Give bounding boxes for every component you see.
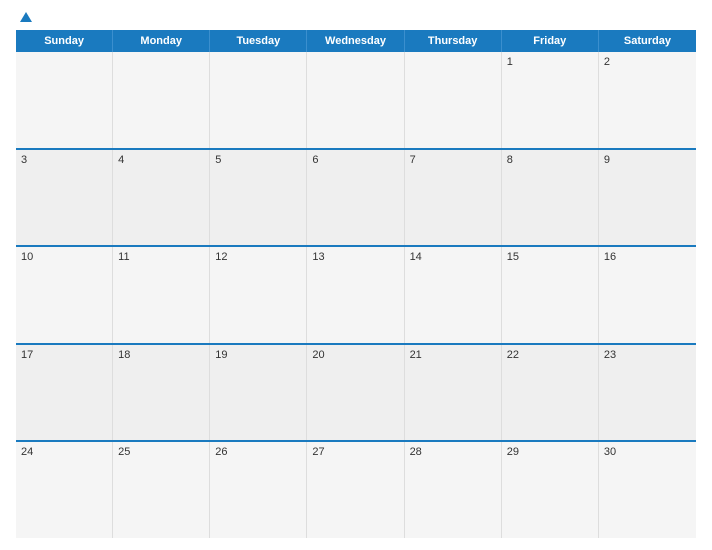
calendar-cell-2-6: 16 bbox=[599, 247, 696, 343]
calendar-cell-2-2: 12 bbox=[210, 247, 307, 343]
header-day-monday: Monday bbox=[113, 30, 210, 52]
calendar-cell-4-0: 24 bbox=[16, 442, 113, 538]
day-number: 12 bbox=[215, 251, 301, 263]
calendar-cell-0-3 bbox=[307, 52, 404, 148]
header-day-friday: Friday bbox=[502, 30, 599, 52]
calendar-cell-3-6: 23 bbox=[599, 345, 696, 441]
calendar-row-1: 3456789 bbox=[16, 150, 696, 248]
calendar-row-2: 10 11 12 13 14 15 16 bbox=[16, 247, 696, 345]
calendar-cell-0-1 bbox=[113, 52, 210, 148]
day-number: 25 bbox=[118, 446, 204, 458]
calendar-cell-2-0: 10 bbox=[16, 247, 113, 343]
day-number: 14 bbox=[410, 251, 496, 263]
header-day-tuesday: Tuesday bbox=[210, 30, 307, 52]
calendar-cell-2-1: 11 bbox=[113, 247, 210, 343]
calendar-header: SundayMondayTuesdayWednesdayThursdayFrid… bbox=[16, 30, 696, 52]
calendar: SundayMondayTuesdayWednesdayThursdayFrid… bbox=[16, 30, 696, 538]
logo-blue-text bbox=[16, 12, 32, 22]
calendar-cell-1-1: 4 bbox=[113, 150, 210, 246]
calendar-row-4: 24 25 26 27 28 29 30 bbox=[16, 442, 696, 538]
day-number: 22 bbox=[507, 349, 593, 361]
day-number: 17 bbox=[21, 349, 107, 361]
day-number: 6 bbox=[312, 154, 398, 166]
header-day-sunday: Sunday bbox=[16, 30, 113, 52]
day-number: 24 bbox=[21, 446, 107, 458]
day-number: 7 bbox=[410, 154, 496, 166]
calendar-row-0: 12 bbox=[16, 52, 696, 150]
day-number: 16 bbox=[604, 251, 691, 263]
calendar-cell-1-0: 3 bbox=[16, 150, 113, 246]
calendar-cell-4-2: 26 bbox=[210, 442, 307, 538]
calendar-cell-0-5: 1 bbox=[502, 52, 599, 148]
calendar-cell-1-4: 7 bbox=[405, 150, 502, 246]
calendar-cell-3-3: 20 bbox=[307, 345, 404, 441]
calendar-cell-3-1: 18 bbox=[113, 345, 210, 441]
day-number: 4 bbox=[118, 154, 204, 166]
calendar-cell-3-0: 17 bbox=[16, 345, 113, 441]
calendar-cell-4-3: 27 bbox=[307, 442, 404, 538]
day-number: 19 bbox=[215, 349, 301, 361]
day-number: 15 bbox=[507, 251, 593, 263]
day-number: 2 bbox=[604, 56, 691, 68]
calendar-cell-0-4 bbox=[405, 52, 502, 148]
calendar-cell-1-5: 8 bbox=[502, 150, 599, 246]
calendar-cell-3-4: 21 bbox=[405, 345, 502, 441]
day-number: 11 bbox=[118, 251, 204, 263]
calendar-cell-2-4: 14 bbox=[405, 247, 502, 343]
day-number: 5 bbox=[215, 154, 301, 166]
day-number: 13 bbox=[312, 251, 398, 263]
calendar-cell-3-2: 19 bbox=[210, 345, 307, 441]
day-number: 18 bbox=[118, 349, 204, 361]
calendar-body: 1234567891011121314151617181920212223242… bbox=[16, 52, 696, 538]
day-number: 10 bbox=[21, 251, 107, 263]
day-number: 27 bbox=[312, 446, 398, 458]
header-day-wednesday: Wednesday bbox=[307, 30, 404, 52]
calendar-cell-3-5: 22 bbox=[502, 345, 599, 441]
day-number: 9 bbox=[604, 154, 691, 166]
day-number: 26 bbox=[215, 446, 301, 458]
day-number: 3 bbox=[21, 154, 107, 166]
calendar-cell-0-2 bbox=[210, 52, 307, 148]
calendar-cell-1-3: 6 bbox=[307, 150, 404, 246]
calendar-cell-4-5: 29 bbox=[502, 442, 599, 538]
day-number: 20 bbox=[312, 349, 398, 361]
day-number: 29 bbox=[507, 446, 593, 458]
calendar-cell-0-6: 2 bbox=[599, 52, 696, 148]
calendar-cell-4-4: 28 bbox=[405, 442, 502, 538]
calendar-cell-1-2: 5 bbox=[210, 150, 307, 246]
logo bbox=[16, 12, 32, 22]
day-number: 21 bbox=[410, 349, 496, 361]
calendar-cell-4-1: 25 bbox=[113, 442, 210, 538]
header bbox=[16, 12, 696, 22]
calendar-cell-2-3: 13 bbox=[307, 247, 404, 343]
header-day-saturday: Saturday bbox=[599, 30, 696, 52]
logo-triangle-icon bbox=[20, 12, 32, 22]
day-number: 1 bbox=[507, 56, 593, 68]
day-number: 8 bbox=[507, 154, 593, 166]
day-number: 23 bbox=[604, 349, 691, 361]
header-day-thursday: Thursday bbox=[405, 30, 502, 52]
calendar-cell-2-5: 15 bbox=[502, 247, 599, 343]
calendar-page: SundayMondayTuesdayWednesdayThursdayFrid… bbox=[0, 0, 712, 550]
day-number: 30 bbox=[604, 446, 691, 458]
day-number: 28 bbox=[410, 446, 496, 458]
calendar-cell-1-6: 9 bbox=[599, 150, 696, 246]
calendar-cell-0-0 bbox=[16, 52, 113, 148]
calendar-row-3: 17 18 19 20 21 22 23 bbox=[16, 345, 696, 443]
calendar-cell-4-6: 30 bbox=[599, 442, 696, 538]
